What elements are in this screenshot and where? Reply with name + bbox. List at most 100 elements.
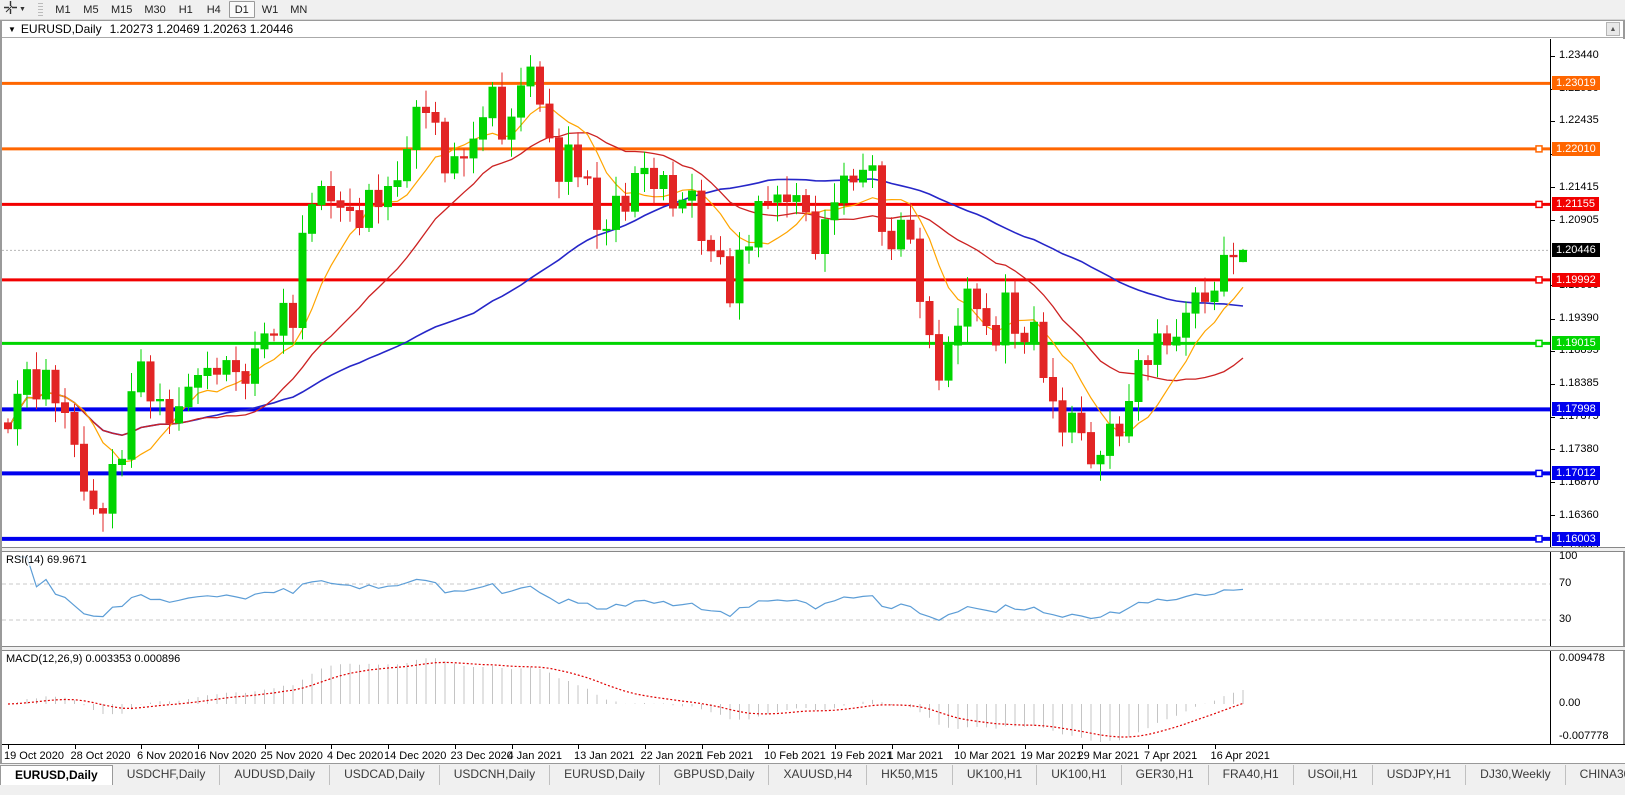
time-tick-label: 19 Mar 2021 — [1020, 750, 1083, 762]
chart-tab-dj30-weekly[interactable]: DJ30,Weekly — [1466, 765, 1566, 785]
chart-tab-usdjpy-h1[interactable]: USDJPY,H1 — [1373, 765, 1467, 785]
candlestick-plot[interactable] — [2, 39, 1550, 547]
price-tick-mark — [1551, 383, 1555, 385]
macd-tick-label: 0.00 — [1559, 697, 1581, 709]
time-tick-mark — [331, 745, 332, 749]
price-tick-mark — [1551, 482, 1555, 484]
time-tick-mark — [388, 745, 389, 749]
time-tick-label: 1 Mar 2021 — [887, 750, 944, 762]
rsi-pane[interactable]: RSI(14) 69.9671 — [2, 552, 1550, 646]
chart-title-bar: ▼ EURUSD,Daily 1.20273 1.20469 1.20263 1… — [2, 21, 1623, 38]
price-tick-mark — [1551, 187, 1555, 188]
timeframe-button-w1[interactable]: W1 — [257, 1, 284, 18]
price-tick-label: 1.18385 — [1559, 377, 1599, 390]
time-tick-mark — [578, 745, 579, 749]
chart-tab-gbpusd-daily[interactable]: GBPUSD,Daily — [660, 765, 770, 785]
price-tick-mark — [1551, 416, 1555, 418]
chart-tab-eurusd-daily[interactable]: EURUSD,Daily — [550, 765, 660, 785]
time-axis[interactable]: 19 Oct 2020 28 Oct 2020 6 Nov 2020 16 Nov 2… — [2, 744, 1625, 764]
crosshair-tool-button[interactable]: ▼ — [0, 0, 30, 19]
time-tick-label: 10 Feb 2021 — [764, 750, 826, 762]
time-tick-label: 23 Dec 2020 — [450, 750, 513, 762]
time-tick-mark — [1081, 745, 1083, 749]
timeframe-button-mn[interactable]: MN — [285, 1, 312, 18]
time-tick-mark — [454, 745, 456, 749]
price-tick-label: 1.16360 — [1559, 508, 1599, 521]
chart-tab-usdcad-daily[interactable]: USDCAD,Daily — [330, 765, 440, 785]
price-level-badge: 1.21155 — [1552, 197, 1599, 212]
price-tick-mark — [1551, 120, 1555, 122]
time-tick-mark — [1148, 745, 1149, 749]
time-tick-mark — [1214, 745, 1216, 749]
chart-tab-usoil-h1[interactable]: USOil,H1 — [1294, 765, 1373, 785]
price-level-badge: 1.17998 — [1552, 402, 1600, 417]
price-tick-mark — [1551, 449, 1555, 451]
chart-tab-audusd-daily[interactable]: AUDUSD,Daily — [220, 765, 331, 785]
chart-tab-usdcnh-daily[interactable]: USDCNH,Daily — [440, 765, 551, 785]
chart-title-ohlc: 1.20273 1.20469 1.20263 1.20446 — [109, 22, 294, 36]
chart-tab-china300-h1[interactable]: CHINA300,H1 — [1566, 765, 1625, 785]
chart-tab-bar: EURUSD,Daily USDCHF,Daily AUDUSD,Daily USDC… — [0, 763, 1625, 785]
time-tick-label: 4 Dec 2020 — [327, 750, 384, 762]
time-tick-label: 7 Apr 2021 — [1144, 750, 1198, 762]
chart-tab-ger30-h1[interactable]: GER30,H1 — [1122, 765, 1209, 785]
timeframe-button-d1[interactable]: D1 — [228, 1, 255, 18]
price-level-badge: 1.19015 — [1552, 336, 1600, 351]
price-level-badge: 1.17012 — [1552, 466, 1600, 481]
time-tick-mark — [264, 745, 266, 749]
chart-tab-eurusd-daily[interactable]: EURUSD,Daily — [0, 765, 113, 785]
price-tick-mark — [1551, 55, 1555, 57]
chart-tab-uk100-h1[interactable]: UK100,H1 — [953, 765, 1038, 785]
price-level-badge: 1.19992 — [1552, 272, 1600, 287]
time-tick-label: 10 Mar 2021 — [954, 750, 1016, 762]
time-tick-label: 14 Dec 2020 — [384, 750, 447, 762]
timeframe-button-h4[interactable]: H4 — [201, 1, 227, 18]
time-tick-label: 4 Jan 2021 — [507, 750, 562, 762]
price-tick-mark — [1551, 515, 1555, 517]
time-tick-mark — [958, 745, 959, 749]
price-tick-label: 1.22435 — [1559, 114, 1599, 127]
macd-tick-label: -0.007778 — [1559, 730, 1609, 742]
macd-axis[interactable]: 0.009478 0.00 -0.007778 — [1550, 651, 1625, 744]
time-tick-label: 25 Nov 2020 — [260, 750, 323, 762]
price-tick-mark — [1551, 350, 1555, 352]
price-tick-label: 1.19390 — [1559, 312, 1599, 324]
timeframe-button-h1[interactable]: H1 — [173, 1, 199, 18]
timeframe-button-m1[interactable]: M1 — [50, 1, 76, 18]
toolbar-grip[interactable] — [37, 2, 43, 17]
price-tick-label: 1.23440 — [1559, 49, 1599, 61]
time-tick-label: 19 Feb 2021 — [830, 750, 893, 762]
macd-label: MACD(12,26,9) 0.003353 0.000896 — [6, 653, 181, 665]
timeframe-button-m30[interactable]: M30 — [139, 1, 170, 18]
price-level-badge: 1.22010 — [1552, 141, 1600, 156]
chart-tab-usdchf-daily[interactable]: USDCHF,Daily — [113, 765, 221, 785]
time-tick-label: 16 Apr 2021 — [1210, 750, 1270, 762]
chart-window: ▼ EURUSD,Daily 1.20273 1.20469 1.20263 1… — [0, 20, 1625, 764]
time-tick-label: 13 Jan 2021 — [574, 750, 635, 762]
timeframe-button-m15[interactable]: M15 — [106, 1, 137, 18]
chart-tab-fra40-h1[interactable]: FRA40,H1 — [1209, 765, 1294, 785]
rsi-tick-label: 70 — [1559, 577, 1572, 589]
chart-scroll-up-button[interactable]: ▲ — [1606, 22, 1620, 36]
rsi-axis[interactable]: 100 70 30 — [1550, 550, 1625, 646]
time-tick-mark — [701, 745, 703, 749]
price-level-badge: 1.16003 — [1552, 531, 1600, 546]
chart-tab-hk50-m15[interactable]: HK50,M15 — [867, 765, 953, 785]
price-level-badge: 1.20446 — [1552, 243, 1600, 258]
rsi-tick-label: 100 — [1559, 550, 1578, 562]
rsi-tick-label: 30 — [1559, 613, 1572, 625]
time-tick-mark — [891, 745, 893, 749]
timeframe-button-m5[interactable]: M5 — [78, 1, 104, 18]
chart-tab-xauusd-h4[interactable]: XAUUSD,H4 — [769, 765, 868, 785]
chart-tab-uk100-h1[interactable]: UK100,H1 — [1037, 765, 1122, 785]
timeframe-buttons: M1 M5 M15 M30 H1 H4 D1 W1 MN — [49, 1, 313, 18]
price-axis[interactable]: 1.234401.229301.224351.219251.214151.209… — [1550, 39, 1625, 553]
price-tick-mark — [1551, 318, 1555, 320]
time-tick-mark — [198, 745, 199, 749]
price-tick-mark — [1551, 220, 1555, 222]
macd-pane[interactable]: MACD(12,26,9) 0.003353 0.000896 — [2, 651, 1550, 744]
time-tick-mark — [141, 745, 142, 749]
chart-menu-icon[interactable]: ▼ — [8, 25, 16, 34]
price-level-badge: 1.23019 — [1552, 76, 1600, 91]
time-tick-mark — [511, 745, 513, 749]
